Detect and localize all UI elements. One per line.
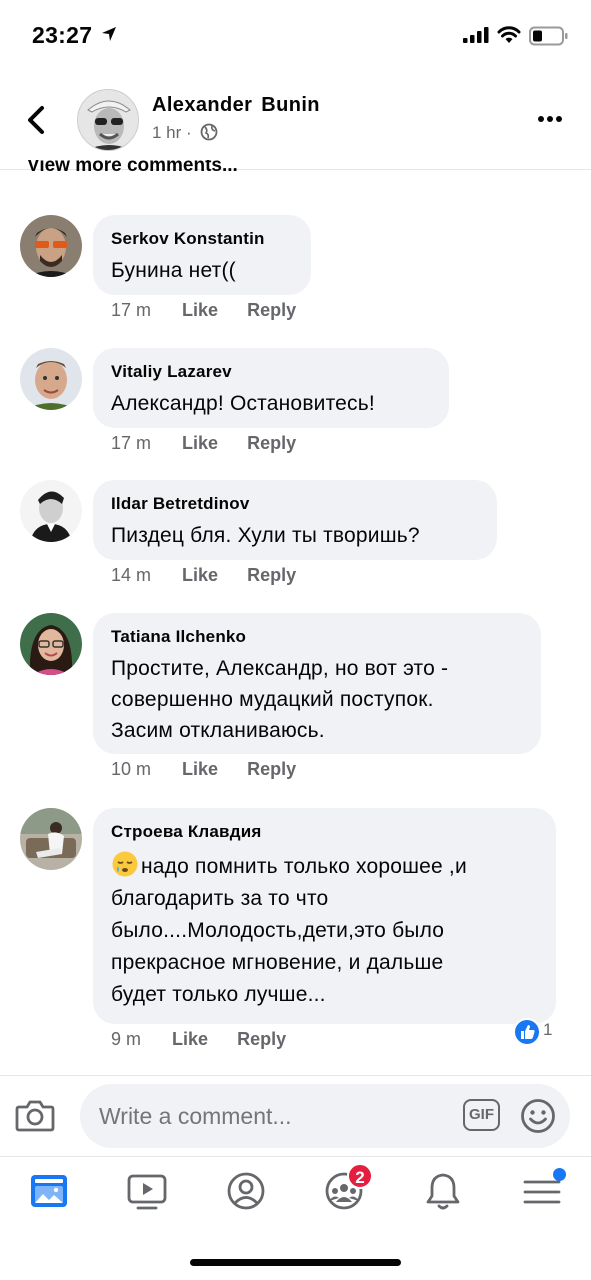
comment-text: Простите, Александр, но вот это - соверш…	[111, 653, 523, 746]
commenter-avatar[interactable]	[20, 613, 82, 675]
reply-button[interactable]: Reply	[247, 300, 296, 320]
like-button[interactable]: Like	[172, 1029, 208, 1049]
home-indicator	[190, 1259, 401, 1266]
comment-text-line: благодарить за то что	[111, 887, 329, 910]
status-bar: 23:27	[0, 0, 591, 70]
back-button[interactable]	[22, 100, 52, 140]
comment-text-line: было....Молодость,дети,это было	[111, 919, 445, 942]
globe-icon	[201, 123, 218, 141]
comment-author[interactable]: Serkov Konstantin	[111, 229, 293, 249]
cellular-signal-icon	[463, 27, 489, 43]
reply-button[interactable]: Reply	[237, 1029, 286, 1049]
groups-badge: 2	[347, 1163, 373, 1189]
author-name[interactable]: Alexander Bunin	[152, 94, 320, 117]
comment-text-line: Простите, Александр, но вот это -	[111, 657, 449, 680]
comment-text: Бунина нет((	[111, 259, 236, 282]
comment-bubble[interactable]: Tatiana Ilchenko Простите, Александр, но…	[93, 613, 541, 754]
comment-actions: 17 m Like Reply	[111, 300, 320, 321]
post-meta: 1 hr ·	[152, 123, 218, 143]
like-button[interactable]: Like	[182, 565, 218, 585]
location-arrow-icon	[102, 27, 116, 41]
comment-text: Александр! Остановитесь!	[111, 392, 375, 415]
status-time: 23:27	[32, 22, 93, 48]
reply-button[interactable]: Reply	[247, 759, 296, 779]
comment-bubble[interactable]: Строева Клавдия надо помнить только хоро…	[93, 808, 556, 1024]
reply-button[interactable]: Reply	[247, 433, 296, 453]
comment-time: 17 m	[111, 433, 152, 453]
comment-text-line: надо помнить только хорошее ,и	[141, 855, 467, 878]
comment-text: надо помнить только хорошее ,и благодари…	[111, 850, 538, 1011]
comment-bubble[interactable]: Vitaliy Lazarev Александр! Остановитесь!	[93, 348, 449, 428]
commenter-avatar[interactable]	[20, 808, 82, 870]
comment-actions: 14 m Like Reply	[111, 565, 320, 586]
view-more-comments-link[interactable]: View more comments...	[27, 160, 238, 184]
post-header: Alexander Bunin 1 hr ·	[0, 70, 591, 170]
profile-icon[interactable]	[223, 1170, 269, 1214]
comment-text: Пиздец бля. Хули ты творишь?	[111, 524, 420, 547]
like-reaction-icon[interactable]	[512, 1017, 542, 1047]
author-avatar[interactable]	[77, 89, 139, 151]
like-button[interactable]: Like	[182, 759, 218, 779]
comment-text-line: совершенно мудацкий поступок.	[111, 688, 434, 711]
comment-text-line: прекрасное мгновение, и дальше	[111, 951, 444, 974]
gif-button[interactable]: GIF	[463, 1099, 500, 1131]
camera-icon[interactable]	[15, 1098, 55, 1134]
post-time: 1 hr ·	[152, 123, 192, 142]
comment-author[interactable]: Vitaliy Lazarev	[111, 362, 431, 382]
comment-actions: 17 m Like Reply	[111, 433, 320, 454]
comment-bubble[interactable]: Serkov Konstantin Бунина нет((	[93, 215, 311, 295]
battery-icon	[529, 26, 568, 46]
comment-author[interactable]: Строева Клавдия	[111, 822, 538, 842]
notifications-icon[interactable]	[420, 1170, 466, 1214]
comment-author[interactable]: Tatiana Ilchenko	[111, 627, 523, 647]
divider	[0, 1156, 591, 1157]
comment-time: 10 m	[111, 759, 152, 779]
comment-text-line: будет только лучше...	[111, 983, 326, 1006]
news-feed-icon[interactable]	[26, 1170, 72, 1214]
commenter-avatar[interactable]	[20, 348, 82, 410]
emoji-icon[interactable]	[520, 1098, 556, 1134]
reply-button[interactable]: Reply	[247, 565, 296, 585]
comment-actions: 9 m Like Reply	[111, 1029, 310, 1050]
comment-bubble[interactable]: Ildar Betretdinov Пиздец бля. Хули ты тв…	[93, 480, 497, 560]
reaction-count[interactable]: 1	[543, 1020, 552, 1040]
comment-actions: 10 m Like Reply	[111, 759, 320, 780]
more-options-button[interactable]	[538, 116, 568, 126]
comment-author[interactable]: Ildar Betretdinov	[111, 494, 479, 514]
wifi-icon	[497, 26, 521, 43]
comment-time: 17 m	[111, 300, 152, 320]
sleepy-face-emoji-icon	[112, 851, 138, 877]
like-button[interactable]: Like	[182, 300, 218, 320]
like-button[interactable]: Like	[182, 433, 218, 453]
divider	[0, 1075, 591, 1076]
commenter-avatar[interactable]	[20, 215, 82, 277]
comment-text-line: Засим откланиваюсь.	[111, 719, 325, 742]
watch-icon[interactable]	[124, 1170, 170, 1214]
commenter-avatar[interactable]	[20, 480, 82, 542]
menu-notification-dot	[553, 1168, 566, 1181]
comment-time: 14 m	[111, 565, 152, 585]
comment-time: 9 m	[111, 1029, 142, 1049]
